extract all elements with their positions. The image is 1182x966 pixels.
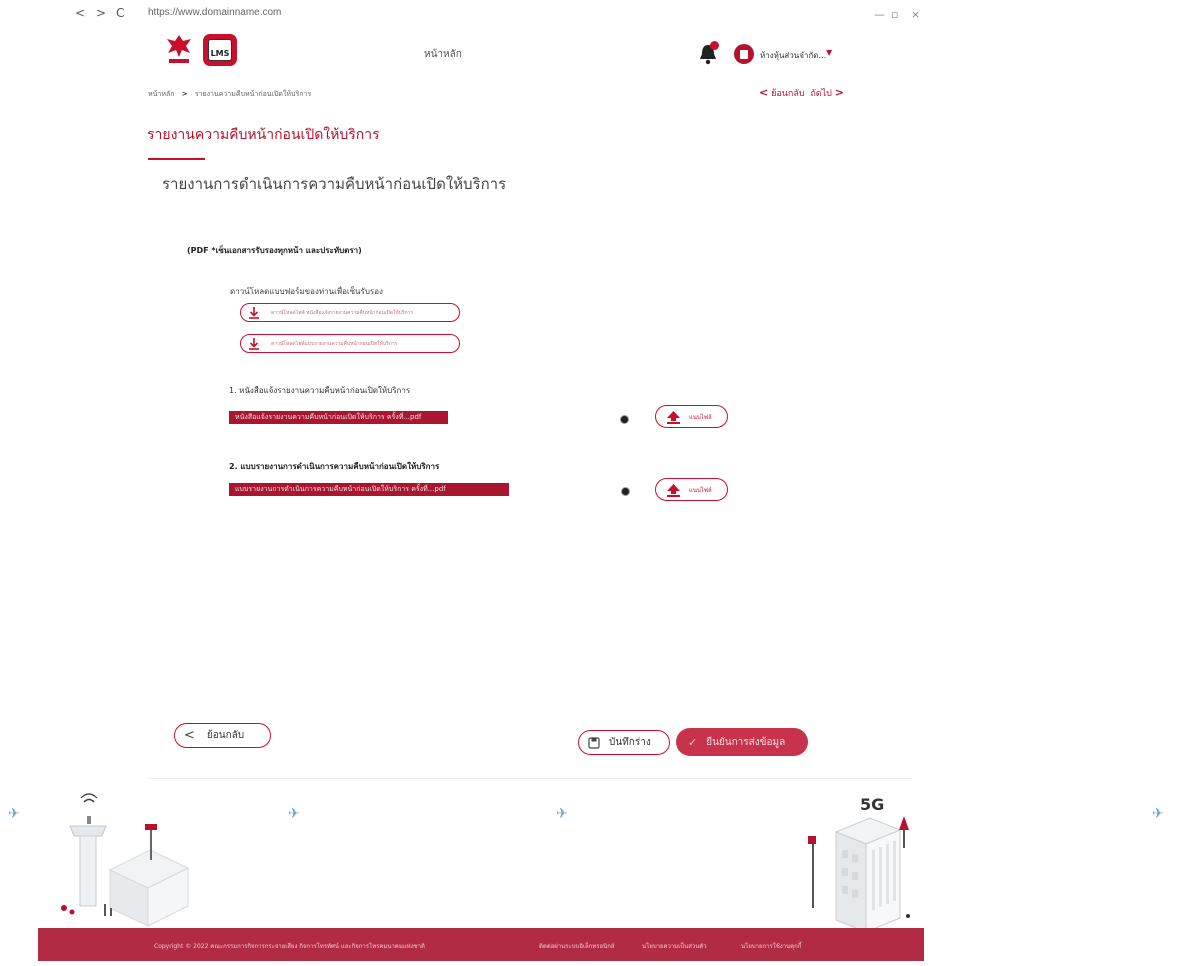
download-notice-form-label: ดาวน์โหลดไฟล์ หนังสือแจ้งรายงานความคืบหน… — [271, 309, 414, 316]
window-close-button[interactable]: × — [911, 8, 920, 21]
attach-file-1-label: แนบไฟล์ — [689, 413, 712, 421]
breadcrumb-current: รายงานความคืบหน้าก่อนเปิดให้บริการ — [194, 90, 312, 98]
window-minimize-button[interactable]: — — [874, 8, 885, 21]
save-draft-button[interactable]: บันทึกร่าง — [578, 730, 670, 755]
download-heading: ดาวน์โหลดแบบฟอร์มของท่านเพื่อเซ็นรับรอง — [230, 287, 383, 296]
pager: < ย้อนกลับ ถัดไป > — [759, 86, 844, 100]
user-menu-name[interactable]: ห้างหุ้นส่วนจำกัด... — [760, 49, 826, 62]
breadcrumb: หน้าหลัก > รายงานความคืบหน้าก่อนเปิดให้บ… — [148, 89, 311, 100]
uploaded-file-2[interactable]: แบบรายงานการดำเนินการความคืบหน้าก่อนเปิด… — [229, 483, 509, 496]
confirm-submit-button[interactable]: ✓ ยืนยันการส่งข้อมูล — [676, 728, 808, 756]
upload-item-2-label: 2. แบบรายงานการดำเนินการความคืบหน้าก่อนเ… — [229, 462, 440, 471]
title-underline — [148, 158, 205, 160]
back-button[interactable]: < ย้อนกลับ — [174, 723, 271, 748]
divider — [148, 778, 912, 779]
caret-down-icon[interactable]: ▼ — [826, 48, 832, 57]
browser-reload-button[interactable]: C — [116, 6, 124, 20]
chevron-left-icon[interactable]: < — [759, 86, 768, 99]
download-icon — [249, 337, 259, 350]
footer-link-contact[interactable]: ติดต่อผ่านระบบอิเล็กทรอนิกส์ — [539, 941, 614, 951]
chevron-right-icon[interactable]: > — [835, 86, 844, 99]
svg-text:✈: ✈ — [1152, 806, 1164, 822]
lms-logo[interactable]: LMS — [203, 34, 237, 66]
chevron-left-icon: < — [184, 728, 195, 743]
footer-copyright: Copyright © 2022 คณะกรรมการกิจการกระจายเ… — [154, 943, 425, 950]
user-avatar-icon[interactable] — [734, 44, 754, 64]
pager-prev-link[interactable]: ย้อนกลับ — [771, 89, 805, 99]
city-skyline-illustration: ✈ ✈ ✈ ✈ 5G — [8, 793, 1164, 930]
download-report-form-label: ดาวน์โหลดไฟล์แบบรายงานความคืบหน้าก่อนเปิ… — [271, 340, 398, 347]
download-notice-form-button[interactable]: ดาวน์โหลดไฟล์ หนังสือแจ้งรายงานความคืบหน… — [240, 303, 460, 322]
garuda-emblem-logo[interactable] — [164, 33, 194, 65]
footer: Copyright © 2022 คณะกรรมการกิจการกระจายเ… — [38, 928, 924, 961]
download-icon — [249, 306, 259, 319]
upload-arrow-icon — [667, 410, 680, 424]
svg-text:✈: ✈ — [556, 806, 568, 822]
pager-next-link[interactable]: ถัดไป — [810, 89, 832, 99]
remove-file-1-icon[interactable] — [620, 415, 629, 424]
breadcrumb-separator-icon: > — [181, 90, 188, 98]
footer-link-privacy[interactable]: นโยบายความเป็นส่วนตัว — [642, 941, 707, 951]
save-draft-label: บันทึกร่าง — [609, 737, 651, 748]
section-title: รายงานการดำเนินการความคืบหน้าก่อนเปิดให้… — [162, 175, 507, 193]
uploaded-file-1[interactable]: หนังสือแจ้งรายงานความคืบหน้าก่อนเปิดให้บ… — [229, 411, 448, 424]
upload-item-1-label: 1. หนังสือแจ้งรายงานความคืบหน้าก่อนเปิดใ… — [229, 386, 411, 395]
footer-link-cookies[interactable]: นโยบายการใช้งานคุกกี้ — [741, 941, 801, 951]
pdf-requirement-note: (PDF *เซ็นเอกสารรับรองทุกหน้า และประทับต… — [187, 246, 362, 255]
window-restore-button[interactable]: ▫ — [891, 8, 898, 21]
confirm-submit-label: ยืนยันการส่งข้อมูล — [706, 736, 786, 748]
remove-file-2-icon[interactable] — [621, 487, 630, 496]
browser-forward-button[interactable]: > — [96, 6, 106, 20]
5g-badge: 5G — [860, 795, 884, 814]
address-bar[interactable]: https://www.domainname.com — [148, 7, 281, 18]
attach-file-2-button[interactable]: แนบไฟล์ — [655, 478, 728, 501]
svg-text:✈: ✈ — [8, 806, 20, 822]
upload-arrow-icon — [667, 483, 680, 497]
back-button-label: ย้อนกลับ — [206, 730, 245, 741]
browser-back-button[interactable]: < — [75, 6, 85, 20]
check-icon: ✓ — [688, 735, 698, 749]
save-icon — [588, 736, 600, 749]
download-report-form-button[interactable]: ดาวน์โหลดไฟล์แบบรายงานความคืบหน้าก่อนเปิ… — [240, 334, 460, 353]
attach-file-2-label: แนบไฟล์ — [689, 486, 712, 494]
nav-home-link[interactable]: หน้าหลัก — [424, 47, 462, 62]
page-title: รายงานความคืบหน้าก่อนเปิดให้บริการ — [147, 127, 380, 143]
attach-file-1-button[interactable]: แนบไฟล์ — [655, 405, 728, 428]
breadcrumb-home[interactable]: หน้าหลัก — [148, 90, 174, 98]
svg-text:✈: ✈ — [288, 806, 300, 822]
notification-badge — [710, 41, 719, 50]
